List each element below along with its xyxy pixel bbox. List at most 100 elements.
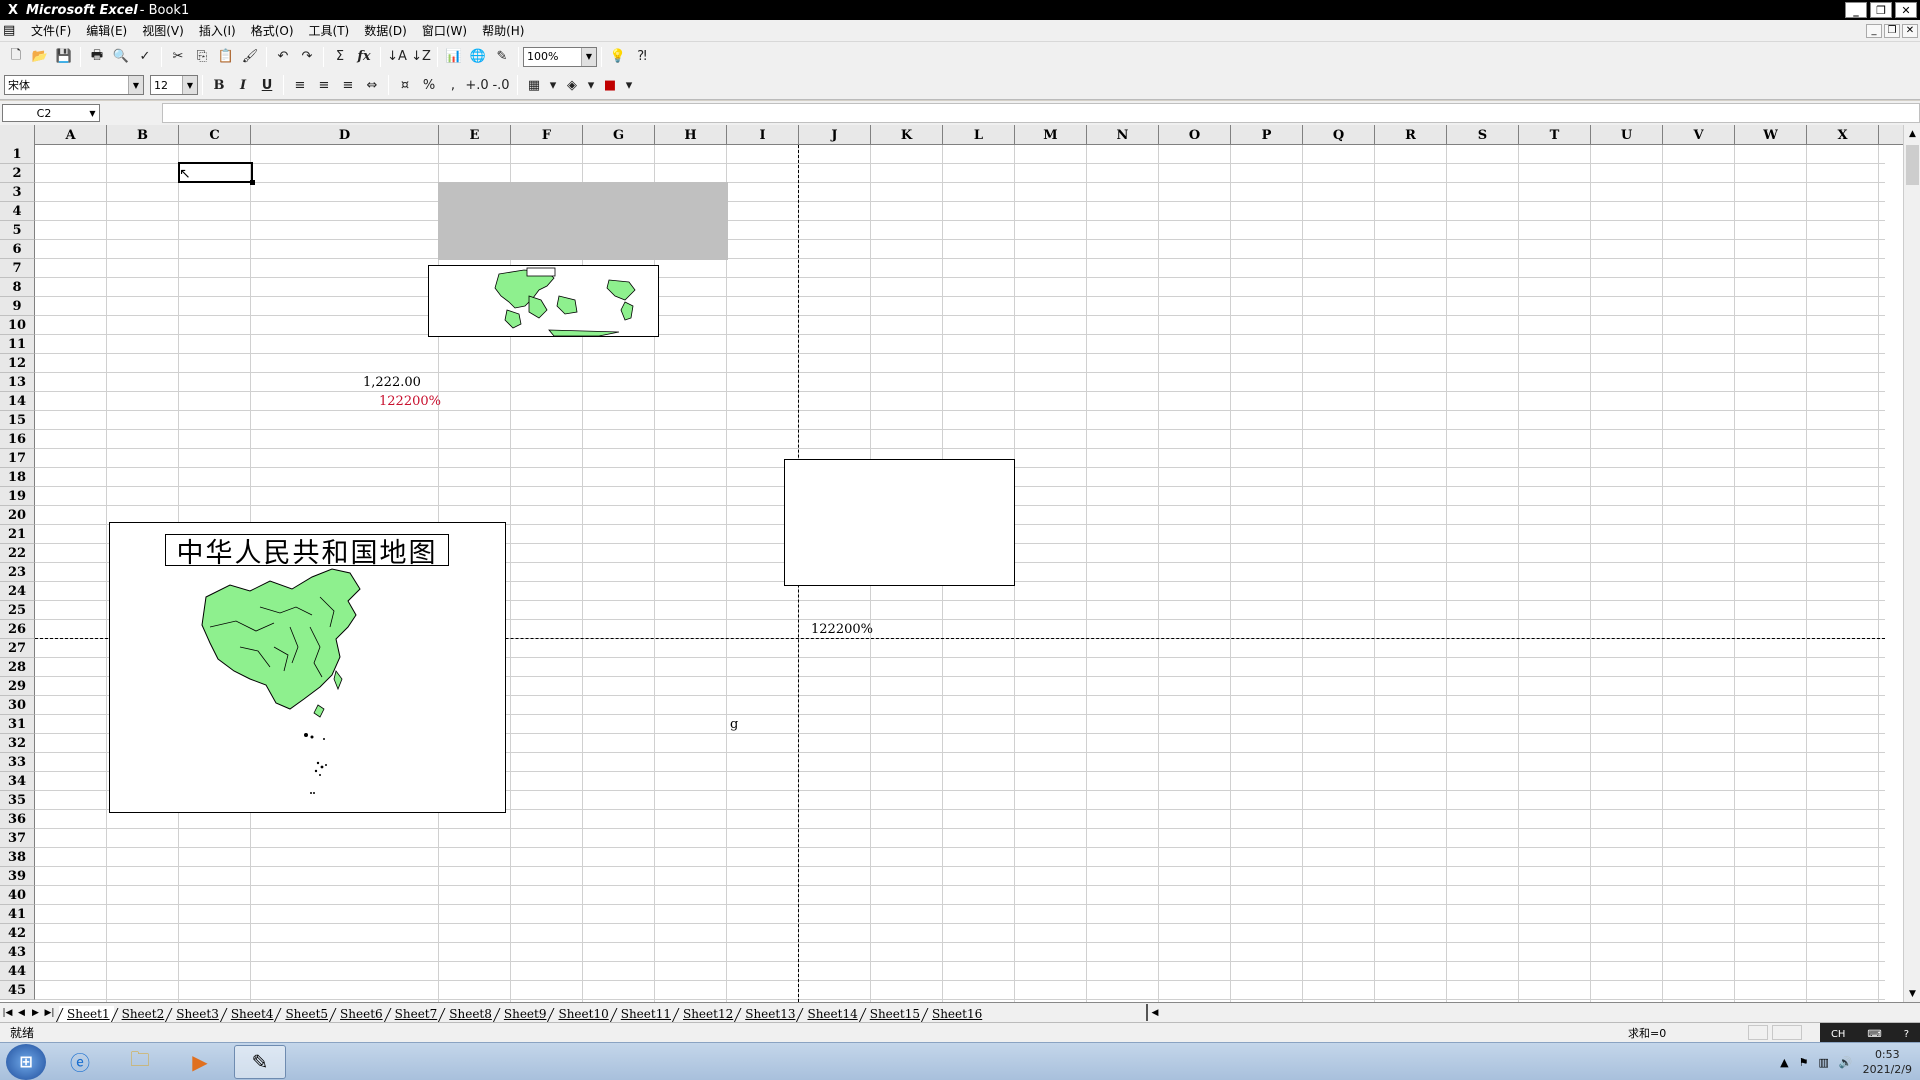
row-header-21[interactable]: 21 xyxy=(0,525,35,544)
row-header-2[interactable]: 2 xyxy=(0,164,35,183)
flag-icon[interactable]: ⚑ xyxy=(1799,1056,1809,1069)
row-header-13[interactable]: 13 xyxy=(0,373,35,392)
row-header-4[interactable]: 4 xyxy=(0,202,35,221)
row-header-24[interactable]: 24 xyxy=(0,582,35,601)
row-header-3[interactable]: 3 xyxy=(0,183,35,202)
comma-icon[interactable]: , xyxy=(441,74,465,96)
row-header-8[interactable]: 8 xyxy=(0,278,35,297)
save-icon[interactable]: 💾 xyxy=(52,46,76,68)
clock[interactable]: 0:53 2021/2/9 xyxy=(1863,1047,1912,1077)
menu-edit[interactable]: 编辑(E) xyxy=(80,22,136,39)
redo-icon[interactable]: ↷ xyxy=(295,46,319,68)
row-header-33[interactable]: 33 xyxy=(0,753,35,772)
map-icon[interactable]: 🌐 xyxy=(466,46,490,68)
language-indicator[interactable]: CH xyxy=(1831,1029,1846,1040)
row-header-27[interactable]: 27 xyxy=(0,639,35,658)
row-header-25[interactable]: 25 xyxy=(0,601,35,620)
scroll-down-icon[interactable]: ▼ xyxy=(1904,985,1920,1002)
sheet-tab-10[interactable]: Sheet10 xyxy=(550,1006,613,1023)
chevron-down-icon[interactable]: ▼ xyxy=(128,76,143,94)
column-header-c[interactable]: C xyxy=(179,125,251,145)
column-header-h[interactable]: H xyxy=(655,125,727,145)
row-header-39[interactable]: 39 xyxy=(0,867,35,886)
row-header-17[interactable]: 17 xyxy=(0,449,35,468)
row-header-37[interactable]: 37 xyxy=(0,829,35,848)
column-header-g[interactable]: G xyxy=(583,125,655,145)
row-header-20[interactable]: 20 xyxy=(0,506,35,525)
percent-icon[interactable]: % xyxy=(417,74,441,96)
column-header-m[interactable]: M xyxy=(1015,125,1087,145)
print-preview-icon[interactable]: 🔍 xyxy=(109,46,133,68)
borders-icon[interactable]: ▦ xyxy=(522,74,546,96)
format-painter-icon[interactable]: 🖌 xyxy=(238,46,262,68)
network-icon[interactable]: ▥ xyxy=(1818,1056,1828,1069)
name-box[interactable]: C2 ▼ xyxy=(2,104,100,122)
sheet-tab-6[interactable]: Sheet6 xyxy=(332,1006,387,1023)
row-header-18[interactable]: 18 xyxy=(0,468,35,487)
font-name-select[interactable]: 宋体 ▼ xyxy=(4,75,144,95)
show-hidden-icon[interactable]: ▲ xyxy=(1780,1056,1788,1069)
open-icon[interactable]: 📂 xyxy=(28,46,52,68)
column-header-a[interactable]: A xyxy=(35,125,107,145)
prev-sheet-icon[interactable]: ◀ xyxy=(15,1005,28,1021)
autosum-icon[interactable]: Σ xyxy=(328,46,352,68)
row-header-16[interactable]: 16 xyxy=(0,430,35,449)
bold-button[interactable]: B xyxy=(207,74,231,96)
row-header-10[interactable]: 10 xyxy=(0,316,35,335)
sheet-tab-9[interactable]: Sheet9 xyxy=(495,1006,551,1023)
last-sheet-icon[interactable]: ▶| xyxy=(43,1005,56,1021)
start-button[interactable]: ⊞ xyxy=(6,1043,46,1080)
doc-close-button[interactable]: ✕ xyxy=(1902,23,1918,38)
sheet-tab-3[interactable]: Sheet3 xyxy=(168,1006,223,1023)
underline-button[interactable]: U xyxy=(255,74,279,96)
column-header-x[interactable]: X xyxy=(1807,125,1879,145)
cell-d14[interactable]: 122200% xyxy=(379,394,441,409)
chevron-down-icon[interactable]: ▼ xyxy=(182,76,197,94)
doc-minimize-button[interactable]: _ xyxy=(1866,23,1882,38)
menu-format[interactable]: 格式(O) xyxy=(245,22,303,39)
scroll-up-icon[interactable]: ▲ xyxy=(1904,125,1920,142)
row-header-15[interactable]: 15 xyxy=(0,411,35,430)
column-header-p[interactable]: P xyxy=(1231,125,1303,145)
sheet-tab-2[interactable]: Sheet2 xyxy=(113,1006,169,1023)
drawing-icon[interactable]: ✎ xyxy=(490,46,514,68)
function-wizard-icon[interactable]: fx xyxy=(352,46,376,68)
scroll-thumb[interactable] xyxy=(1906,145,1919,185)
row-header-41[interactable]: 41 xyxy=(0,905,35,924)
print-icon[interactable]: 🖶 xyxy=(85,46,109,68)
column-header-l[interactable]: L xyxy=(943,125,1015,145)
doc-restore-button[interactable]: ❐ xyxy=(1884,23,1900,38)
row-header-19[interactable]: 19 xyxy=(0,487,35,506)
cell-i31[interactable]: g xyxy=(730,717,738,732)
column-header-t[interactable]: T xyxy=(1519,125,1591,145)
empty-text-box[interactable] xyxy=(784,459,1015,586)
copy-icon[interactable]: ⎘ xyxy=(190,46,214,68)
italic-button[interactable]: I xyxy=(231,74,255,96)
sort-ascending-icon[interactable]: ↓A xyxy=(385,46,409,68)
row-header-32[interactable]: 32 xyxy=(0,734,35,753)
menu-insert[interactable]: 插入(I) xyxy=(193,22,245,39)
column-header-r[interactable]: R xyxy=(1375,125,1447,145)
column-header-o[interactable]: O xyxy=(1159,125,1231,145)
sheet-tab-1[interactable]: Sheet1 xyxy=(59,1005,114,1023)
column-header-v[interactable]: V xyxy=(1663,125,1735,145)
folder-icon[interactable]: 🗀 xyxy=(114,1045,166,1079)
volume-icon[interactable]: 🔊 xyxy=(1839,1056,1853,1069)
row-header-40[interactable]: 40 xyxy=(0,886,35,905)
row-header-34[interactable]: 34 xyxy=(0,772,35,791)
china-map-object[interactable]: 中华人民共和国地图 xyxy=(109,522,506,813)
sheet-tab-12[interactable]: Sheet12 xyxy=(674,1006,738,1023)
row-header-6[interactable]: 6 xyxy=(0,240,35,259)
sheet-tab-4[interactable]: Sheet4 xyxy=(222,1006,278,1023)
close-button[interactable]: ✕ xyxy=(1895,2,1917,18)
currency-icon[interactable]: ¤ xyxy=(393,74,417,96)
sheet-tab-5[interactable]: Sheet5 xyxy=(277,1006,333,1023)
tip-wizard-icon[interactable]: 💡 xyxy=(606,46,630,68)
menu-view[interactable]: 视图(V) xyxy=(136,22,193,39)
column-header-w[interactable]: W xyxy=(1735,125,1807,145)
row-header-14[interactable]: 14 xyxy=(0,392,35,411)
row-header-29[interactable]: 29 xyxy=(0,677,35,696)
menu-window[interactable]: 窗口(W) xyxy=(416,22,476,39)
column-header-n[interactable]: N xyxy=(1087,125,1159,145)
row-header-36[interactable]: 36 xyxy=(0,810,35,829)
